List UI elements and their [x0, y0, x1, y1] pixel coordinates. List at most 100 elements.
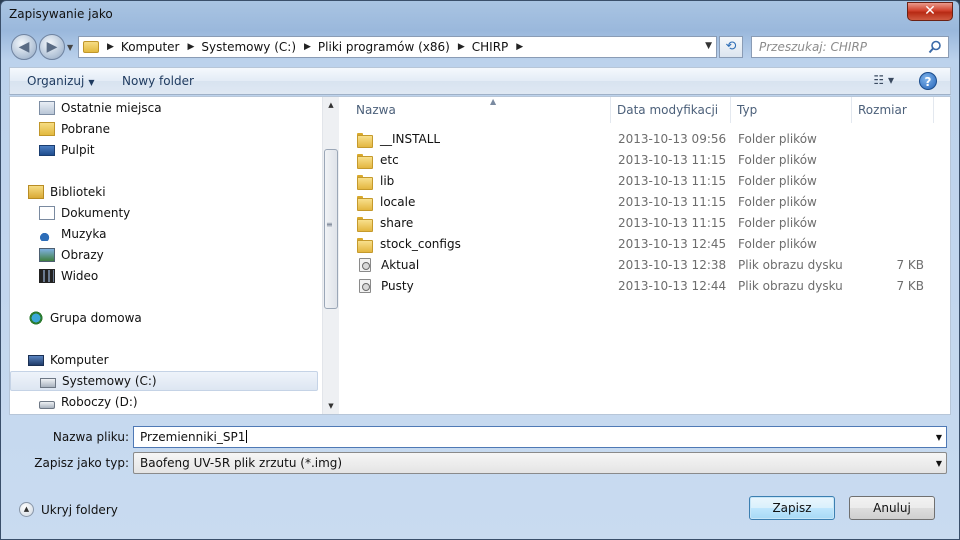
sidebar-item[interactable]: Muzyka — [39, 224, 106, 244]
file-name-cell: Aktual — [357, 258, 419, 272]
disk-image-icon — [359, 258, 371, 272]
file-type-value: Baofeng UV-5R plik zrzutu (*.img) — [140, 456, 343, 470]
filename-input[interactable]: Przemienniki_SP1 ▼ — [133, 426, 947, 448]
file-type-label: Zapisz jako typ: — [34, 456, 129, 470]
scroll-up-icon[interactable]: ▲ — [323, 97, 339, 113]
file-name: locale — [380, 195, 416, 209]
chevron-right-icon[interactable]: ▶ — [304, 42, 311, 52]
computer-icon — [28, 354, 44, 366]
sidebar-item[interactable]: Pulpit — [39, 140, 95, 160]
scrollbar-thumb[interactable] — [324, 149, 338, 309]
file-row[interactable]: Aktual 2013-10-13 12:38 Plik obrazu dysku 7… — [340, 255, 950, 276]
column-size-label: Rozmiar — [858, 103, 907, 117]
cancel-button[interactable]: Anuluj — [849, 496, 935, 520]
command-bar: Organizuj ▼ Nowy folder ☷ ▾ ? — [9, 67, 951, 95]
sidebar-item[interactable]: Obrazy — [39, 245, 104, 265]
sidebar-item-label: Grupa domowa — [50, 311, 142, 325]
column-date-label: Data modyfikacji — [617, 103, 719, 117]
downloads-icon — [39, 122, 55, 136]
file-name-cell: Pusty — [357, 279, 414, 293]
new-folder-button[interactable]: Nowy folder — [122, 74, 194, 88]
file-type: Plik obrazu dysku — [738, 279, 843, 293]
close-button[interactable]: ✕ — [907, 2, 953, 21]
breadcrumb-program-files[interactable]: Pliki programów (x86) — [318, 40, 450, 54]
scroll-down-icon[interactable]: ▼ — [323, 398, 339, 414]
file-row[interactable]: lib 2013-10-13 11:15 Folder plików — [340, 171, 950, 192]
sort-ascending-icon: ▲ — [490, 97, 497, 106]
breadcrumb-system-drive[interactable]: Systemowy (C:) — [201, 40, 296, 54]
navigation-pane-scrollbar[interactable]: ▲ ≡ ▼ — [322, 97, 339, 414]
sidebar-item[interactable]: Pobrane — [39, 119, 110, 139]
forward-button[interactable]: ▶ — [39, 34, 65, 60]
chevron-right-icon[interactable]: ▶ — [107, 42, 114, 52]
hide-folders-toggle[interactable]: ▲ Ukryj foldery — [19, 502, 118, 517]
sidebar-item[interactable]: Biblioteki — [28, 182, 106, 202]
drive-icon — [39, 401, 55, 409]
change-view-button[interactable]: ☷ ▾ — [873, 73, 894, 87]
refresh-button[interactable]: ⟲ — [719, 36, 743, 58]
organize-menu[interactable]: Organizuj ▼ — [27, 74, 94, 88]
sidebar-item[interactable]: Systemowy (C:) — [10, 371, 318, 391]
address-bar[interactable]: ▶ Komputer ▶ Systemowy (C:) ▶ Pliki prog… — [78, 36, 717, 58]
documents-icon — [39, 206, 55, 220]
desktop-icon — [39, 144, 55, 156]
file-row[interactable]: share 2013-10-13 11:15 Folder plików — [340, 213, 950, 234]
sidebar-item[interactable]: Ostatnie miejsca — [39, 98, 162, 118]
collapse-icon: ▲ — [19, 502, 34, 517]
column-header-type[interactable]: Typ — [731, 97, 852, 123]
organize-label: Organizuj — [27, 74, 85, 88]
address-history-dropdown-icon[interactable]: ▼ — [705, 41, 712, 51]
file-row[interactable]: etc 2013-10-13 11:15 Folder plików — [340, 150, 950, 171]
file-type: Plik obrazu dysku — [738, 258, 843, 272]
save-button[interactable]: Zapisz — [749, 496, 835, 520]
chevron-right-icon[interactable]: ▶ — [187, 42, 194, 52]
sidebar-item[interactable]: Dokumenty — [39, 203, 130, 223]
file-type: Folder plików — [738, 237, 817, 251]
chevron-down-icon: ▼ — [88, 78, 95, 87]
chevron-right-icon[interactable]: ▶ — [516, 42, 523, 52]
file-size: 7 KB — [896, 279, 924, 293]
folder-icon — [357, 216, 373, 232]
file-type: Folder plików — [738, 216, 817, 230]
file-row[interactable]: locale 2013-10-13 11:15 Folder plików — [340, 192, 950, 213]
search-icon[interactable] — [928, 40, 942, 54]
file-type-select[interactable]: Baofeng UV-5R plik zrzutu (*.img) ▼ — [133, 452, 947, 474]
file-type: Folder plików — [738, 153, 817, 167]
file-row[interactable]: stock_configs 2013-10-13 12:45 Folder plik… — [340, 234, 950, 255]
sidebar-item[interactable]: Komputer — [28, 350, 109, 370]
recent-pages-dropdown-icon[interactable]: ▼ — [67, 43, 73, 52]
sidebar-item-label: Pulpit — [61, 143, 95, 157]
file-list: Nazwa ▲ Data modyfikacji Typ Rozmiar __I… — [340, 97, 950, 414]
folder-icon — [357, 174, 373, 190]
sidebar-item[interactable]: Roboczy (D:) — [39, 392, 138, 412]
video-icon — [39, 269, 55, 283]
sidebar-item[interactable]: Grupa domowa — [28, 308, 142, 328]
folder-icon — [357, 195, 373, 211]
scroll-grip-icon: ≡ — [326, 220, 333, 229]
breadcrumb-chirp[interactable]: CHIRP — [472, 40, 509, 54]
sidebar-item[interactable]: Wideo — [39, 266, 98, 286]
sidebar-item-label: Pobrane — [61, 122, 111, 136]
browser-area: Ostatnie miejsca Pobrane Pulpit Biblioteki D… — [9, 96, 951, 415]
sidebar-item-label: Ostatnie miejsca — [61, 101, 162, 115]
recent-places-icon — [39, 101, 55, 115]
sidebar-item-label: Roboczy (D:) — [61, 395, 138, 409]
file-type: Folder plików — [738, 132, 817, 146]
music-icon — [39, 227, 55, 241]
breadcrumb-computer[interactable]: Komputer — [121, 40, 180, 54]
back-button[interactable]: ◀ — [11, 34, 37, 60]
chevron-right-icon[interactable]: ▶ — [458, 42, 465, 52]
system-drive-icon — [40, 378, 56, 388]
chevron-down-icon[interactable]: ▼ — [936, 459, 942, 468]
column-header-date[interactable]: Data modyfikacji — [611, 97, 731, 123]
column-header-name[interactable]: Nazwa ▲ — [350, 97, 611, 123]
search-input[interactable]: Przeszukaj: CHIRP — [751, 36, 949, 58]
file-name: Pusty — [381, 279, 414, 293]
file-row[interactable]: Pusty 2013-10-13 12:44 Plik obrazu dysku 7 … — [340, 276, 950, 297]
file-name-cell: __INSTALL — [357, 132, 440, 148]
file-row[interactable]: __INSTALL 2013-10-13 09:56 Folder plików — [340, 129, 950, 150]
file-type: Folder plików — [738, 174, 817, 188]
chevron-down-icon[interactable]: ▼ — [936, 433, 942, 442]
help-button[interactable]: ? — [919, 72, 937, 90]
column-header-size[interactable]: Rozmiar — [852, 97, 934, 123]
